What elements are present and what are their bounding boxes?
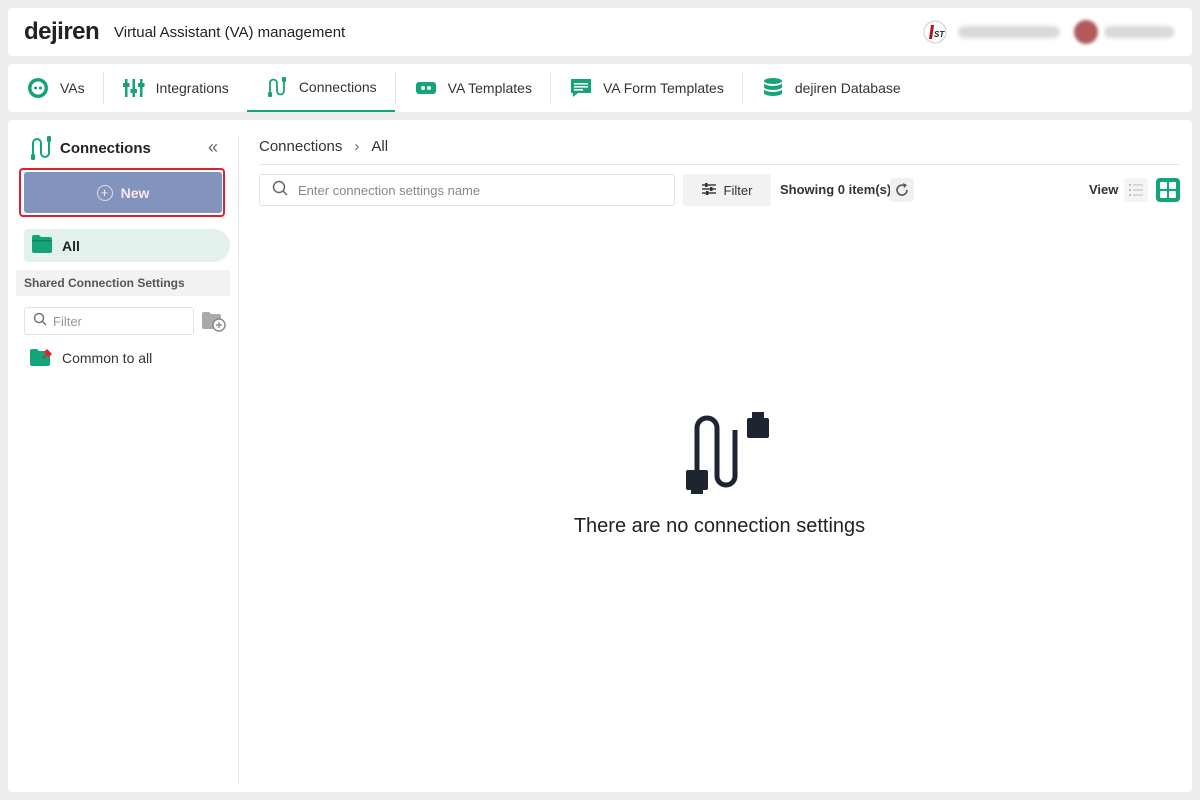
database-icon [761, 76, 785, 100]
shared-settings-header: Shared Connection Settings [16, 270, 230, 296]
va-template-icon [414, 76, 438, 100]
sidebar: Connections « + New All Shared Connectio… [8, 120, 238, 784]
new-connection-button[interactable]: + New [24, 172, 222, 213]
folder-icon [32, 235, 52, 256]
search-icon [33, 312, 47, 331]
form-template-icon [569, 76, 593, 100]
sidebar-item-common-to-all[interactable]: Common to all [30, 346, 152, 370]
va-robot-icon [26, 76, 50, 100]
tab-label: Connections [298, 79, 377, 95]
grid-view-icon[interactable] [1156, 178, 1180, 202]
main-tabs: VAs Integrations Connections VA Template… [8, 64, 1192, 112]
breadcrumb-separator: › [354, 138, 360, 155]
tab-integrations[interactable]: Integrations [104, 64, 247, 112]
view-label: View [1089, 182, 1119, 197]
sidebar-item-label: All [62, 237, 80, 254]
sidebar-divider [238, 136, 239, 784]
folder-filter-field[interactable] [24, 307, 194, 335]
tab-dejiren-database[interactable]: dejiren Database [743, 64, 919, 112]
main-panel: Connections « + New All Shared Connectio… [8, 120, 1192, 792]
empty-state-message: There are no connection settings [573, 515, 866, 537]
sidebar-title: Connections [60, 140, 151, 157]
plus-circle-icon: + [96, 184, 113, 201]
filter-button[interactable]: Filter [683, 174, 771, 206]
filter-sliders-icon [701, 182, 716, 198]
list-view-icon[interactable] [1124, 178, 1148, 202]
connection-search-input[interactable] [298, 182, 658, 198]
folder-filter-input[interactable] [53, 313, 183, 329]
app-logo[interactable]: dejiren [24, 18, 100, 46]
breadcrumb-divider [259, 164, 1180, 165]
refresh-icon[interactable] [890, 178, 914, 202]
tab-label: VA Form Templates [602, 80, 724, 96]
svg-text:ST: ST [934, 30, 945, 39]
connection-search-field[interactable] [259, 174, 675, 206]
breadcrumb-connections[interactable]: Connections [259, 138, 342, 155]
tab-label: dejiren Database [794, 80, 901, 96]
connections-cable-icon [28, 135, 52, 161]
collapse-sidebar-icon[interactable]: « [202, 136, 224, 158]
filter-button-label: Filter [723, 182, 753, 198]
user-name-blurred [1104, 26, 1174, 38]
add-folder-icon[interactable] [202, 310, 226, 332]
tab-label: Integrations [155, 80, 229, 96]
connections-cable-icon [265, 75, 289, 99]
item-count: Showing 0 item(s) [780, 182, 892, 197]
new-button-label: New [120, 184, 150, 201]
search-icon [272, 180, 288, 201]
tab-va-form-templates[interactable]: VA Form Templates [551, 64, 742, 112]
app-header: dejiren Virtual Assistant (VA) managemen… [8, 8, 1192, 56]
shared-folder-icon [30, 348, 53, 369]
tab-label: VAs [60, 80, 85, 96]
org-badge-icon: ST [923, 20, 947, 44]
user-phone-blurred [958, 26, 1060, 38]
integrations-sliders-icon [122, 76, 146, 100]
sidebar-item-label: Common to all [62, 350, 153, 366]
empty-connection-cable-icon [668, 408, 772, 498]
breadcrumb: Connections › All [259, 138, 388, 155]
breadcrumb-all: All [371, 138, 389, 155]
sidebar-item-all[interactable]: All [24, 229, 230, 262]
tab-va-templates[interactable]: VA Templates [396, 64, 550, 112]
app-title: Virtual Assistant (VA) management [114, 24, 346, 41]
tab-connections[interactable]: Connections [246, 64, 395, 112]
tab-label: VA Templates [447, 80, 532, 96]
user-avatar[interactable] [1074, 20, 1098, 44]
tab-vas[interactable]: VAs [8, 64, 103, 112]
